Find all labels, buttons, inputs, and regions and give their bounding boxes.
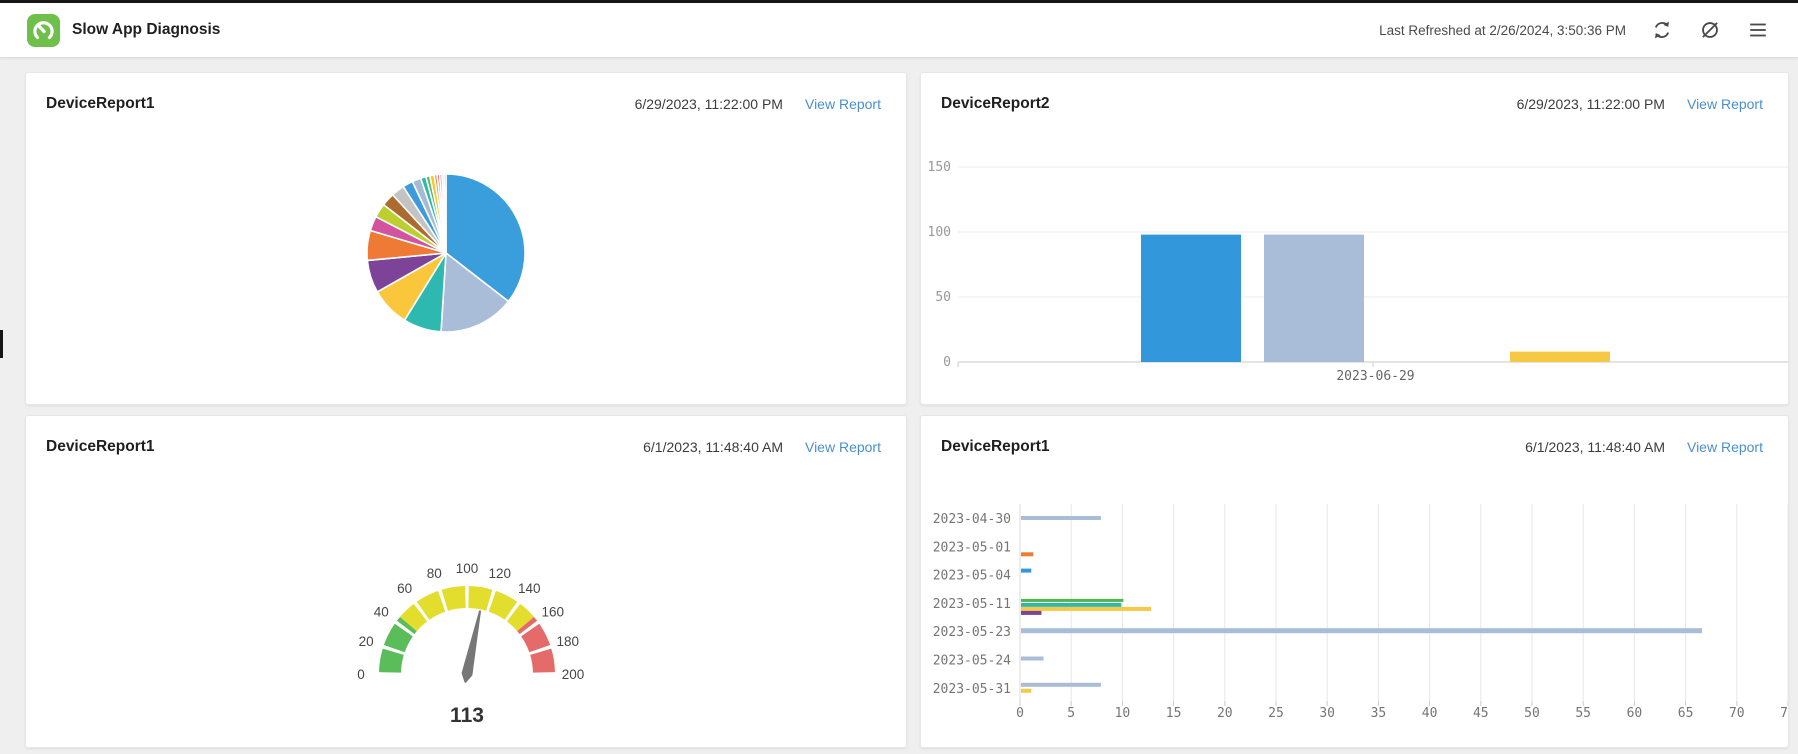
svg-text:35: 35	[1371, 706, 1387, 721]
svg-text:20: 20	[359, 634, 374, 649]
svg-text:2023-05-11: 2023-05-11	[933, 597, 1011, 612]
svg-text:113: 113	[450, 704, 484, 727]
report-card-pie: DeviceReport1 6/29/2023, 11:22:00 PM Vie…	[25, 72, 907, 405]
report-card-bar: DeviceReport2 6/29/2023, 11:22:00 PM Vie…	[920, 72, 1789, 405]
svg-text:120: 120	[488, 566, 511, 581]
svg-text:50: 50	[935, 290, 951, 305]
svg-text:75: 75	[1780, 706, 1788, 721]
menu-icon[interactable]	[1746, 18, 1770, 42]
report-card-gauge: DeviceReport1 6/1/2023, 11:48:40 AM View…	[25, 415, 907, 748]
svg-text:15: 15	[1166, 706, 1182, 721]
svg-text:40: 40	[374, 605, 389, 620]
header-actions: Last Refreshed at 2/26/2024, 3:50:36 PM	[1379, 18, 1770, 42]
svg-text:100: 100	[456, 561, 479, 576]
svg-text:45: 45	[1473, 706, 1489, 721]
gauge-chart: 0 2040 60 80 100 120 140160 180 200 113	[357, 561, 585, 727]
svg-text:60: 60	[1627, 706, 1643, 721]
svg-text:60: 60	[397, 581, 412, 596]
svg-text:50: 50	[1524, 706, 1540, 721]
svg-text:80: 80	[427, 566, 442, 581]
window-left-edge-mark	[0, 330, 3, 358]
svg-text:100: 100	[928, 225, 951, 240]
gauge-icon	[27, 13, 60, 47]
app-title: Slow App Diagnosis	[72, 21, 221, 38]
svg-text:2023-05-04: 2023-05-04	[933, 569, 1011, 584]
svg-text:2023-05-23: 2023-05-23	[933, 625, 1011, 640]
svg-text:5: 5	[1067, 706, 1075, 721]
report-card-hbar: DeviceReport1 6/1/2023, 11:48:40 AM View…	[920, 415, 1789, 748]
svg-text:20: 20	[1217, 706, 1233, 721]
horizontal-bar-chart: 0 5 10 15 20 25 30 35 40 45 50 55 60 65 70 75 2023-04-30…	[933, 504, 1788, 721]
svg-text:30: 30	[1319, 706, 1335, 721]
refresh-icon[interactable]	[1650, 18, 1674, 42]
svg-text:160: 160	[541, 605, 564, 620]
svg-text:65: 65	[1678, 706, 1694, 721]
svg-text:2023-05-31: 2023-05-31	[933, 682, 1011, 697]
svg-text:140: 140	[518, 581, 541, 596]
svg-text:0: 0	[943, 355, 951, 370]
svg-text:0: 0	[1016, 706, 1024, 721]
window-top-edge	[0, 0, 1798, 3]
app-brand: Slow App Diagnosis	[27, 13, 221, 47]
pie-chart	[366, 173, 526, 333]
svg-text:10: 10	[1115, 706, 1131, 721]
svg-text:2023-05-01: 2023-05-01	[933, 540, 1011, 555]
auto-refresh-off-icon[interactable]	[1698, 18, 1722, 42]
svg-text:2023-04-30: 2023-04-30	[933, 512, 1011, 527]
svg-text:150: 150	[928, 160, 951, 175]
svg-text:2023-05-24: 2023-05-24	[933, 654, 1011, 669]
svg-text:55: 55	[1575, 706, 1591, 721]
svg-text:40: 40	[1422, 706, 1438, 721]
svg-text:200: 200	[562, 667, 585, 682]
svg-text:70: 70	[1729, 706, 1745, 721]
bar-chart: 150 100 50 0 2023-06-29	[928, 160, 1788, 384]
last-refreshed-text: Last Refreshed at 2/26/2024, 3:50:36 PM	[1379, 22, 1626, 38]
svg-text:2023-06-29: 2023-06-29	[1336, 369, 1414, 384]
svg-text:180: 180	[557, 634, 580, 649]
svg-text:0: 0	[357, 667, 365, 682]
svg-text:25: 25	[1268, 706, 1284, 721]
app-header: Slow App Diagnosis Last Refreshed at 2/2…	[0, 3, 1798, 58]
